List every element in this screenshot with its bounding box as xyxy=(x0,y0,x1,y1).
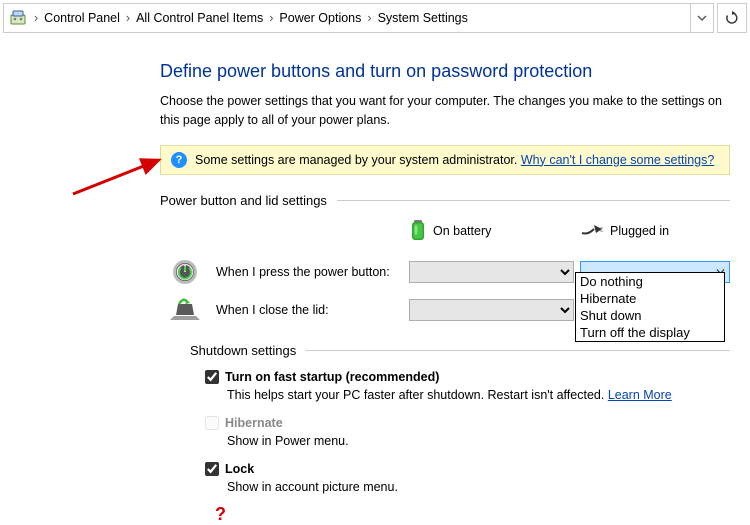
power-button-icon xyxy=(170,257,200,287)
column-header-label: Plugged in xyxy=(610,224,669,238)
section-header-label: Shutdown settings xyxy=(190,343,296,358)
column-header-plugged: Plugged in xyxy=(580,223,730,244)
shutdown-item-lock: Lock Show in account picture menu. xyxy=(205,460,730,496)
breadcrumb-dropdown-button[interactable] xyxy=(690,4,713,32)
row-power-button-label: When I press the power button: xyxy=(216,265,403,279)
hibernate-checkbox xyxy=(205,416,219,430)
breadcrumb-bar[interactable]: › Control Panel › All Control Panel Item… xyxy=(3,3,714,33)
page-description: Choose the power settings that you want … xyxy=(160,92,730,130)
refresh-button[interactable] xyxy=(717,3,747,33)
plug-icon xyxy=(580,223,604,240)
breadcrumb-item[interactable]: System Settings xyxy=(374,4,472,32)
column-header-battery: On battery xyxy=(409,218,574,249)
row-lid-label: When I close the lid: xyxy=(216,303,403,317)
item-subtext: Show in account picture menu. xyxy=(227,478,730,496)
window-toolbar: › Control Panel › All Control Panel Item… xyxy=(0,0,750,36)
control-panel-icon xyxy=(8,8,28,28)
chevron-right-icon: › xyxy=(269,11,273,25)
breadcrumb-item[interactable]: Power Options xyxy=(275,4,365,32)
item-subtext: This helps start your PC faster after sh… xyxy=(227,388,608,402)
section-header-power-lid: Power button and lid settings xyxy=(160,193,730,208)
banner-text: Some settings are managed by your system… xyxy=(195,153,517,167)
shutdown-item-fast-startup: Turn on fast startup (recommended) This … xyxy=(205,368,730,404)
chevron-right-icon: › xyxy=(34,11,38,25)
item-title: Lock xyxy=(225,460,254,478)
admin-info-banner: ? Some settings are managed by your syst… xyxy=(160,145,730,175)
dropdown-option[interactable]: Hibernate xyxy=(576,290,724,307)
banner-help-link[interactable]: Why can't I change some settings? xyxy=(521,153,714,167)
lock-checkbox[interactable] xyxy=(205,462,219,476)
chevron-right-icon: › xyxy=(126,11,130,25)
lid-battery-select[interactable] xyxy=(409,299,574,321)
breadcrumb-item[interactable]: Control Panel xyxy=(40,4,124,32)
dropdown-option[interactable]: Turn off the display xyxy=(576,324,724,341)
annotation-arrow xyxy=(71,156,166,196)
lid-icon xyxy=(170,295,200,325)
dropdown-option[interactable]: Shut down xyxy=(576,307,724,324)
content-area: Define power buttons and turn on passwor… xyxy=(160,36,730,525)
fast-startup-checkbox[interactable] xyxy=(205,370,219,384)
shutdown-settings-list: Turn on fast startup (recommended) This … xyxy=(205,368,730,525)
column-header-label: On battery xyxy=(433,224,491,238)
item-title: Turn on fast startup (recommended) xyxy=(225,368,439,386)
shutdown-item-hibernate: Hibernate Show in Power menu. xyxy=(205,414,730,450)
info-icon: ? xyxy=(171,152,187,168)
power-lid-grid: On battery Plugged in xyxy=(160,218,730,325)
battery-icon xyxy=(409,218,427,245)
item-title: Hibernate xyxy=(225,414,283,432)
annotation-question-mark: ? xyxy=(215,504,730,525)
power-button-plugged-dropdown[interactable]: Do nothing Hibernate Shut down Turn off … xyxy=(575,272,725,342)
dropdown-option[interactable]: Do nothing xyxy=(576,273,724,290)
chevron-right-icon: › xyxy=(367,11,371,25)
learn-more-link[interactable]: Learn More xyxy=(608,388,672,402)
section-header-shutdown: Shutdown settings xyxy=(190,343,730,358)
page-title: Define power buttons and turn on passwor… xyxy=(160,61,730,82)
section-header-label: Power button and lid settings xyxy=(160,193,327,208)
item-subtext: Show in Power menu. xyxy=(227,432,730,450)
power-button-battery-select[interactable] xyxy=(409,261,574,283)
breadcrumb-item[interactable]: All Control Panel Items xyxy=(132,4,267,32)
